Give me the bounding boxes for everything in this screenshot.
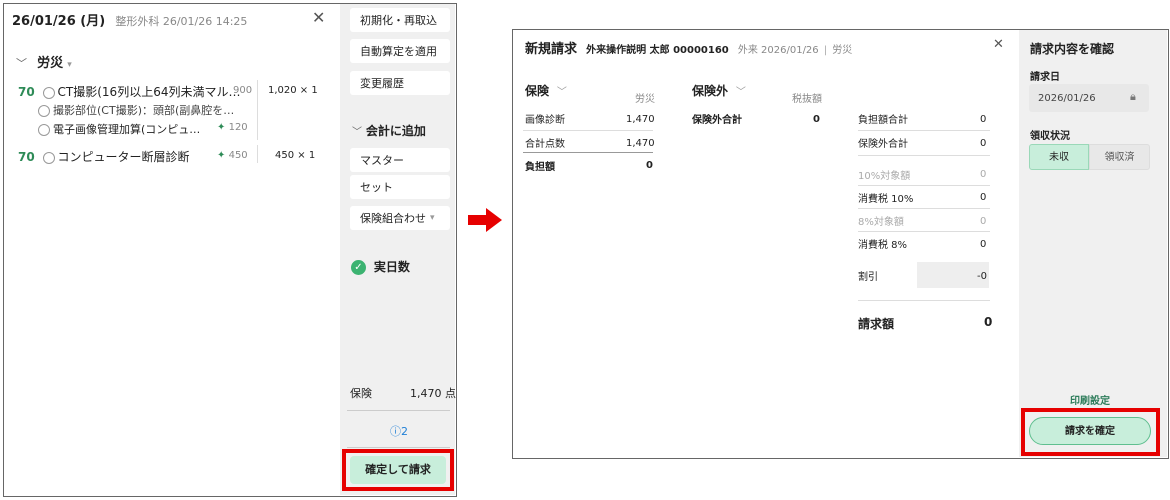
chevron-down-icon: ﹀	[16, 57, 27, 70]
summary-name: 消費税 8%	[858, 240, 908, 251]
confirm-title: 請求内容を確認	[1030, 42, 1115, 56]
insurance-col-label: 労災	[635, 94, 655, 105]
insurance-total: 1,470 点	[410, 387, 456, 400]
item-points: 70	[18, 85, 35, 99]
change-history-button[interactable]: 変更履歴	[350, 71, 450, 95]
chevron-down-icon: ﹀	[352, 127, 362, 138]
bill-date-label: 請求日	[1030, 72, 1060, 83]
add-to-billing-header[interactable]: ﹀ 会計に追加	[352, 122, 426, 139]
actual-days-row: ✓ 実日数	[351, 258, 410, 275]
summary-value: 0	[980, 216, 987, 227]
row-value: 1,470	[626, 114, 655, 125]
summary-value: 0	[980, 114, 987, 125]
summary-name: 消費税 10%	[858, 194, 914, 205]
dialog-header: 新規請求 外来操作説明 太郎 00000160 外来 2026/01/26 | …	[525, 42, 853, 57]
summary-name: 8%対象額	[858, 217, 904, 228]
paid-toggle[interactable]: 領収済	[1089, 144, 1150, 170]
summary-name: 10%対象額	[858, 171, 911, 182]
billing-amount-value: 0	[984, 315, 993, 329]
sparkle-icon: ✦	[217, 150, 226, 161]
discount-label: 割引	[858, 272, 878, 283]
print-settings-link[interactable]: 印刷設定	[1070, 392, 1110, 407]
add-section-title: 会計に追加	[365, 124, 426, 138]
confirm-bill-button[interactable]: 確定して請求	[350, 456, 446, 484]
insurance-title: 保険	[525, 84, 550, 98]
set-button[interactable]: セット	[350, 175, 450, 199]
visit-info: 外来 2026/01/26	[737, 45, 819, 56]
dept-time: 整形外科 26/01/26 14:25	[115, 15, 248, 28]
list-item[interactable]: 70 コンピューター断層診断	[18, 148, 190, 165]
non-insurance-header[interactable]: 保険外 ﹀	[692, 82, 746, 99]
row-value: 1,470	[626, 138, 655, 149]
chevron-down-icon: ﹀	[556, 87, 567, 98]
row-name: 合計点数	[525, 139, 565, 150]
lock-icon: 🔒︎	[1130, 90, 1136, 103]
check-circle-icon: ✓	[351, 260, 366, 275]
insurance-combo-label: 保険組合わせ	[360, 212, 426, 225]
info-count: 2	[401, 425, 408, 438]
item-name: CT撮影(16列以上64列未満マル…	[57, 85, 241, 99]
payment-status-label: 領収状況	[1030, 131, 1070, 142]
actual-days-label: 実日数	[373, 260, 410, 274]
bill-date-value: 2026/01/26	[1038, 93, 1096, 104]
insurance-type: 労災	[832, 45, 853, 56]
item-pts: 450	[228, 150, 248, 161]
unpaid-toggle[interactable]: 未収	[1029, 144, 1089, 170]
item-name: コンピューター断層診断	[57, 150, 190, 164]
item-name: 撮影部位(CT撮影)：頭部(副鼻腔を…	[53, 104, 235, 117]
radio-icon[interactable]	[38, 124, 50, 136]
item-calc: 1,020 × 1	[268, 85, 318, 96]
patient-info: 外来操作説明 太郎 00000160	[586, 45, 729, 56]
list-item[interactable]: 撮影部位(CT撮影)：頭部(副鼻腔を…	[38, 102, 234, 118]
close-icon[interactable]: ✕	[993, 37, 1004, 52]
list-item[interactable]: 電子画像管理加算(コンピュ…	[38, 121, 200, 137]
row-name: 画像診断	[525, 115, 565, 126]
visit-date: 26/01/26 (月) 整形外科 26/01/26 14:25	[12, 10, 247, 29]
radio-icon[interactable]	[42, 151, 55, 164]
section-title: 労災	[37, 56, 64, 71]
non-insurance-total-value: 0	[813, 114, 820, 125]
non-insurance-col-label: 税抜額	[792, 94, 822, 105]
summary-value: 0	[980, 169, 987, 180]
chevron-down-icon: ﹀	[735, 87, 746, 98]
burden-label: 負担額	[525, 162, 555, 173]
item-name: 電子画像管理加算(コンピュ…	[53, 123, 201, 136]
sparkle-icon: ✦	[217, 122, 226, 133]
radio-icon[interactable]	[38, 105, 50, 117]
arrow-right-icon	[468, 208, 502, 232]
caret-down-icon: ▾	[430, 213, 435, 223]
auto-calc-button[interactable]: 自動算定を適用	[350, 39, 450, 63]
radio-icon[interactable]	[42, 86, 55, 99]
close-icon[interactable]: ✕	[312, 8, 325, 27]
item-pts: 120	[228, 122, 248, 133]
insurance-label: 保険	[350, 387, 372, 400]
summary-value: 0	[980, 239, 987, 250]
caret-down-icon: ▾	[67, 60, 72, 70]
summary-value: 0	[980, 192, 987, 203]
non-insurance-title: 保険外	[692, 84, 729, 98]
discount-value: -0	[977, 271, 987, 282]
visit-date-text: 26/01/26 (月)	[12, 14, 106, 29]
reset-reload-button[interactable]: 初期化・再取込	[350, 8, 450, 32]
insurance-header[interactable]: 保険 ﹀	[525, 82, 567, 99]
item-calc: 450 × 1	[275, 150, 316, 161]
item-pts-wrap: ✦ 120	[217, 122, 248, 133]
non-insurance-total-label: 保険外合計	[692, 115, 742, 126]
list-item[interactable]: 70 CT撮影(16列以上64列未満マル…	[18, 83, 240, 100]
info-indicator[interactable]: ⓘ2	[390, 423, 408, 439]
summary-name: 負担額合計	[858, 115, 908, 126]
item-pts: 900	[233, 85, 253, 96]
master-button[interactable]: マスター	[350, 148, 450, 172]
summary-name: 保険外合計	[858, 139, 908, 150]
burden-value: 0	[646, 160, 653, 171]
dialog-title: 新規請求	[525, 42, 578, 57]
billing-amount-label: 請求額	[858, 317, 895, 331]
finalize-bill-button[interactable]: 請求を確定	[1029, 417, 1151, 445]
section-header[interactable]: ﹀ 労災 ▾	[16, 52, 72, 71]
item-points: 70	[18, 150, 35, 164]
summary-value: 0	[980, 138, 987, 149]
info-icon: ⓘ	[390, 425, 401, 438]
item-pts-wrap: ✦ 450	[217, 150, 248, 161]
insurance-combo-button[interactable]: 保険組合わせ ▾	[350, 206, 450, 230]
